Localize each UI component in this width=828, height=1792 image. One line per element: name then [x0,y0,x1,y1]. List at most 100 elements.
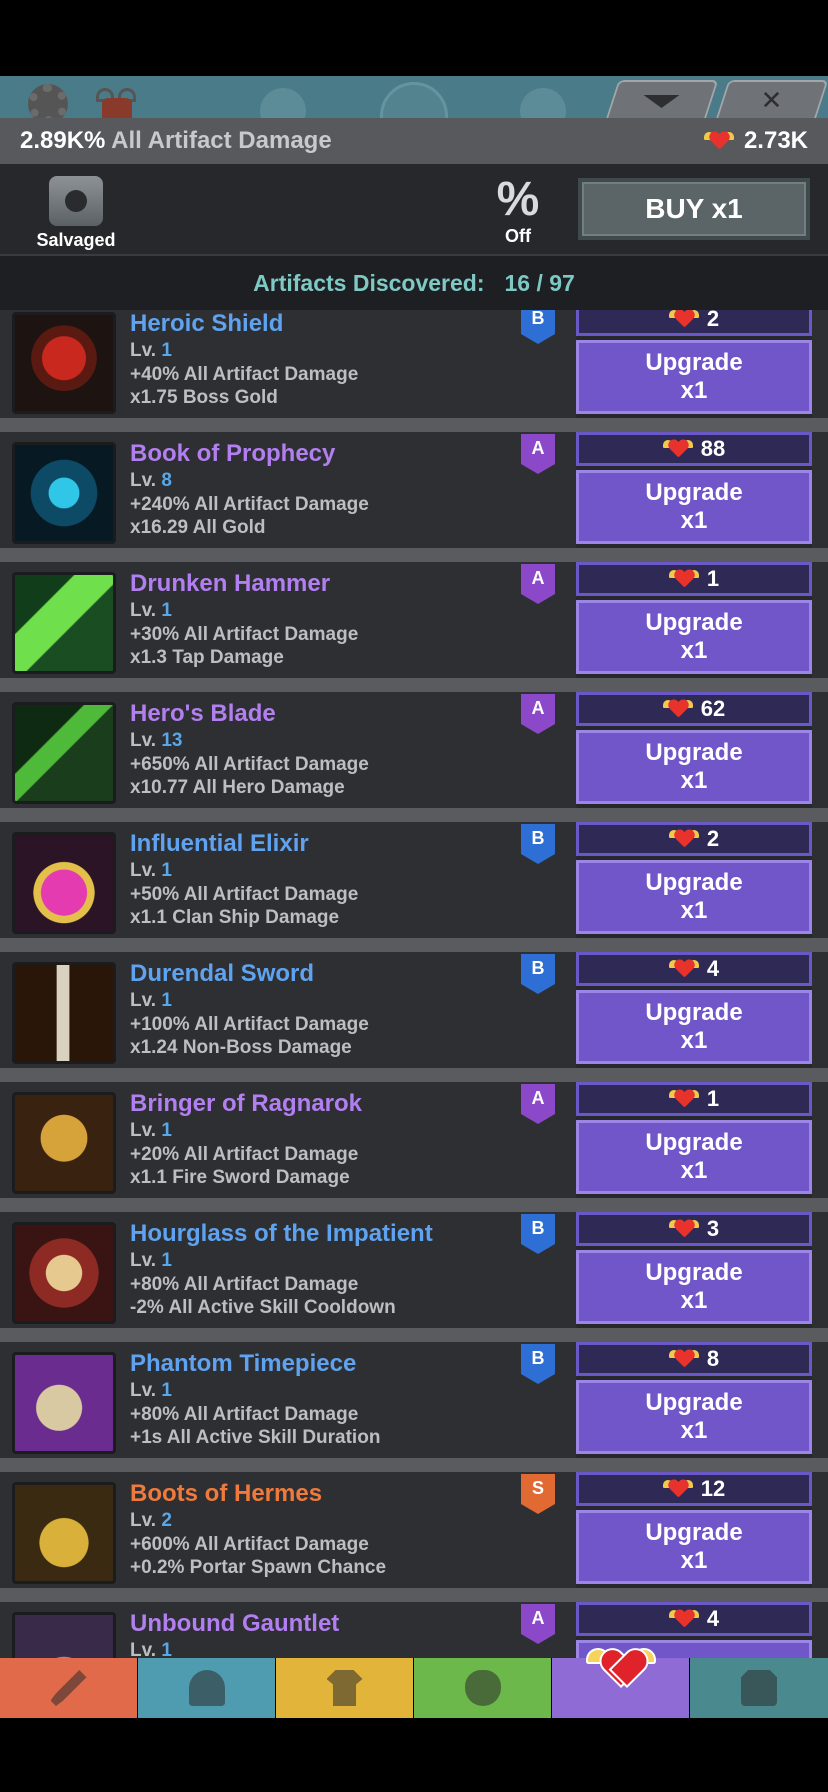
upgrade-button[interactable]: Upgrade x1 [576,1250,812,1324]
artifact-row[interactable]: Book of Prophecy Lv. 8 +240% All Artifact … [0,432,828,554]
artifact-level: Lv. 1 [130,990,172,1012]
artifact-row[interactable]: Influential Elixir Lv. 1 +50% All Artifact… [0,822,828,944]
close-button[interactable]: ✕ [715,80,828,118]
relic-heart-icon [662,438,693,460]
artifact-row[interactable]: Phantom Timepiece Lv. 1 +80% All Artifact … [0,1342,828,1464]
upgrade-button[interactable]: Upgrade x1 [576,340,812,414]
upgrade-panel: 8 Upgrade x1 [576,1342,812,1458]
upgrade-label: Upgrade [645,609,743,636]
upgrade-label: Upgrade [645,1389,743,1416]
artifact-name: Durendal Sword [130,960,315,987]
upgrade-button[interactable]: Upgrade x1 [576,1510,812,1584]
artifact-level: Lv. 13 [130,730,182,752]
heroes-tab[interactable] [138,1658,276,1718]
upgrade-label: Upgrade [645,479,743,506]
level-prefix: Lv. [130,1380,157,1401]
collapse-button[interactable] [605,80,719,118]
artifact-row[interactable]: Heroic Shield Lv. 1 +40% All Artifact Dama… [0,310,828,424]
buy-artifact-button[interactable]: BUY x1 [578,178,810,240]
equipment-tab[interactable] [276,1658,414,1718]
cost-value: 4 [706,1606,720,1631]
upgrade-cost: 2 [576,822,812,856]
boots-artifact-icon [12,1482,116,1584]
bottom-navigation [0,1648,828,1718]
sword-tab[interactable] [0,1658,138,1718]
level-prefix: Lv. [130,990,157,1011]
cost-value: 62 [700,696,726,721]
artifact-level: Lv. 1 [130,1250,172,1272]
salvage-icon [49,176,103,226]
relic-heart-icon [668,1088,699,1110]
timepiece-artifact-icon [12,1352,116,1454]
level-value: 1 [161,1640,172,1658]
level-value: 1 [161,990,172,1011]
artifact-row[interactable]: Boots of Hermes Lv. 2 +600% All Artifact D… [0,1472,828,1594]
level-value: 1 [161,1380,172,1401]
upgrade-button[interactable]: Upgrade x1 [576,990,812,1064]
cost-value: 88 [700,436,726,461]
cost-value: 2 [706,826,720,851]
artifact-row[interactable]: Bringer of Ragnarok Lv. 1 +20% All Artifac… [0,1082,828,1204]
upgrade-label: Upgrade [645,999,743,1026]
upgrade-panel: 2 Upgrade x1 [576,310,812,418]
artifact-row[interactable]: Hero's Blade Lv. 13 +650% All Artifact Dam… [0,692,828,814]
artifact-name: Hero's Blade [130,700,276,727]
top-bar: ✕ [0,76,828,118]
artifact-name: Phantom Timepiece [130,1350,357,1377]
relic-amount: 2.73K [743,127,808,154]
pets-tab[interactable] [414,1658,552,1718]
relic-heart-icon [703,130,734,152]
upgrade-multiplier: x1 [680,1417,708,1444]
artifact-row[interactable]: Durendal Sword Lv. 1 +100% All Artifact Da… [0,952,828,1074]
relic-heart-icon [668,1348,699,1370]
level-prefix: Lv. [130,1120,157,1141]
total-damage-label: All Artifact Damage [111,127,332,154]
level-prefix: Lv. [130,1510,157,1531]
upgrade-button[interactable]: Upgrade x1 [576,600,812,674]
tier-badge: B [521,310,555,344]
upgrade-cost: 4 [576,952,812,986]
upgrade-label: Upgrade [645,1259,743,1286]
artifact-name: Bringer of Ragnarok [130,1090,363,1117]
chevron-down-icon [643,94,680,108]
artifact-effect-secondary: x1.24 Non-Boss Damage [130,1037,352,1058]
artifact-row[interactable]: Drunken Hammer Lv. 1 +30% All Artifact Dam… [0,562,828,684]
upgrade-multiplier: x1 [680,1027,708,1054]
artifact-name: Drunken Hammer [130,570,331,597]
shop-tab[interactable] [690,1658,828,1718]
upgrade-panel: 3 Upgrade x1 [576,1212,812,1328]
upgrade-cost: 8 [576,1342,812,1376]
percent-toggle[interactable]: % Off [488,176,548,247]
level-value: 1 [161,1120,172,1141]
level-value: 2 [161,1510,172,1531]
upgrade-button[interactable]: Upgrade x1 [576,470,812,544]
upgrade-button[interactable]: Upgrade x1 [576,1120,812,1194]
ragnarok-artifact-icon [12,1092,116,1194]
salvaged-button[interactable]: Salvaged [20,176,132,251]
artifact-name: Book of Prophecy [130,440,336,467]
cost-value: 1 [706,566,720,591]
level-prefix: Lv. [130,1250,157,1271]
upgrade-button[interactable]: Upgrade x1 [576,730,812,804]
artifact-effect-secondary: x1.1 Clan Ship Damage [130,907,340,928]
relic-heart-icon [668,1608,699,1630]
artifact-row[interactable]: Unbound GauntletLv. 1A4Upgrade [0,1602,828,1658]
upgrade-label: Upgrade [645,1129,743,1156]
artifact-row[interactable]: Hourglass of the Impatient Lv. 1 +80% All … [0,1212,828,1334]
shield-artifact-icon [12,312,116,414]
chest-icon [741,1670,777,1706]
tier-badge: A [521,694,555,734]
artifact-name: Hourglass of the Impatient [130,1220,433,1247]
discovered-count: 16 / 97 [504,269,575,296]
upgrade-button[interactable]: Upgrade x1 [576,1380,812,1454]
relic-heart-icon [668,568,699,590]
artifacts-tab[interactable] [552,1648,690,1718]
settings-gear-icon[interactable] [28,84,68,118]
clan-helmet-icon[interactable] [96,84,136,118]
artifact-level: Lv. 1 [130,600,172,622]
tier-badge: S [521,1474,555,1514]
artifact-list[interactable]: Heroic Shield Lv. 1 +40% All Artifact Dama… [0,310,828,1658]
artifacts-discovered: Artifacts Discovered: 16 / 97 [0,254,828,310]
upgrade-button[interactable]: Upgrade x1 [576,860,812,934]
shirt-icon [326,1670,363,1706]
